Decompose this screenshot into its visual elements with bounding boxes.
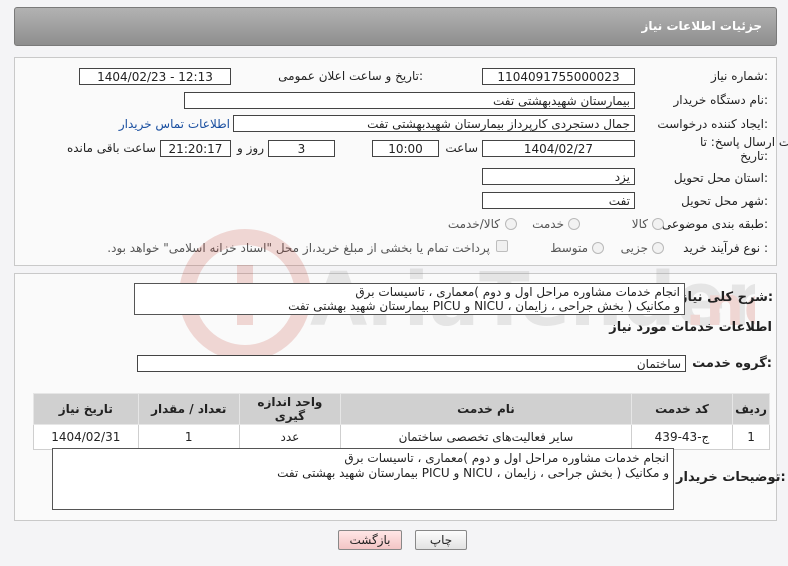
category-radio-goods-service[interactable] [505,218,517,230]
back-button[interactable]: بازگشت [338,530,402,550]
buyer-notes-label: توضیحات خریدار: [676,470,786,485]
need-summary-label: شرح کلی نیاز: [680,290,774,305]
col-service-name: نام خدمت [340,393,632,425]
services-section-title: اطلاعات خدمات مورد نیاز [609,320,772,335]
treasury-checkbox[interactable] [496,240,508,252]
page-title: جزئیات اطلاعات نیاز [641,19,762,33]
requester-label: ایجاد کننده درخواست: [657,117,768,131]
announce-date-field: 1404/02/23 - 12:13 [79,68,231,85]
cell-service-code: ج-43-439 [630,424,734,450]
category-radio-goods[interactable] [652,218,664,230]
days-field: 3 [268,140,335,157]
city-label: شهر محل تحویل: [681,194,768,208]
need-info-panel [14,57,777,266]
requester-field: جمال دستجردی کارپرداز بیمارستان شهیدبهشت… [233,115,635,132]
col-need-date: تاریخ نیاز [33,393,139,425]
city-field: تفت [482,192,635,209]
deadline-label: مهلت ارسال پاسخ: تا تاریخ: [700,135,788,163]
process-option-minor: جزیی [620,241,648,255]
category-label: طبقه بندی موضوعی: [661,217,768,231]
service-group-field: ساختمان [137,355,686,372]
services-table-header: تاریخ نیاز تعداد / مقدار واحد اندازه گیر… [33,393,770,425]
process-option-medium: متوسط [550,241,588,255]
payment-note: پرداخت تمام یا بخشی از مبلغ خرید،از محل … [107,241,490,255]
announce-date-label: تاریخ و ساعت اعلان عمومی: [278,69,423,83]
process-radio-minor[interactable] [652,242,664,254]
need-number-field: 1104091755000023 [482,68,635,85]
col-unit: واحد اندازه گیری [238,393,342,425]
print-button[interactable]: چاپ [415,530,467,550]
cell-service-name: سایر فعالیت‌های تخصصی ساختمان [340,424,632,450]
service-group-label: گروه خدمت: [692,356,772,371]
col-quantity: تعداد / مقدار [137,393,240,425]
days-label: روز و [237,141,264,155]
process-radio-medium[interactable] [592,242,604,254]
buyer-contact-link[interactable]: اطلاعات تماس خریدار [110,117,230,131]
province-label: استان محل تحویل: [673,171,768,185]
province-field: یزد [482,168,635,185]
cell-row-number: 1 [732,424,770,450]
category-option-service: خدمت [532,217,564,231]
deadline-time-field: 10:00 [372,140,439,157]
col-service-code: کد خدمت [630,393,734,425]
buyer-notes-line2: و مکانیک ( بخش جراحی ، زایمان ، NICU و P… [277,466,669,480]
need-summary-field: انجام خدمات مشاوره مراحل اول و دوم )معما… [134,283,685,315]
need-number-label: شماره نیاز: [710,69,768,83]
page-header: جزئیات اطلاعات نیاز [14,7,777,46]
category-radio-service[interactable] [568,218,580,230]
buyer-org-field: بیمارستان شهیدبهشتی تفت [184,92,635,109]
services-table: تاریخ نیاز تعداد / مقدار واحد اندازه گیر… [33,393,770,450]
deadline-label-line1: مهلت ارسال پاسخ: تا [700,135,788,149]
need-summary-line2: و مکانیک ( بخش جراحی ، زایمان ، NICU و P… [288,299,680,313]
remaining-time-label: ساعت باقی مانده [66,141,156,155]
category-option-goods-service: کالا/خدمت [447,217,500,231]
table-row: 1404/02/31 1 عدد سایر فعالیت‌های تخصصی س… [33,424,770,450]
buyer-notes-line1: انجام خدمات مشاوره مراحل اول و دوم )معما… [344,451,669,465]
process-type-label: نوع فرآیند خرید : [683,241,768,255]
category-option-goods: کالا [631,217,648,231]
deadline-date-field: 1404/02/27 [482,140,635,157]
cell-unit: عدد [238,424,342,450]
cell-quantity: 1 [137,424,240,450]
buyer-org-label: نام دستگاه خریدار: [673,93,769,107]
deadline-label-line2: تاریخ: [740,149,768,163]
remaining-time-field: 21:20:17 [160,140,231,157]
buyer-notes-field: انجام خدمات مشاوره مراحل اول و دوم )معما… [52,448,674,510]
cell-need-date: 1404/02/31 [33,424,139,450]
need-summary-line1: انجام خدمات مشاوره مراحل اول و دوم )معما… [355,285,680,299]
col-row-number: ردیف [732,393,770,425]
